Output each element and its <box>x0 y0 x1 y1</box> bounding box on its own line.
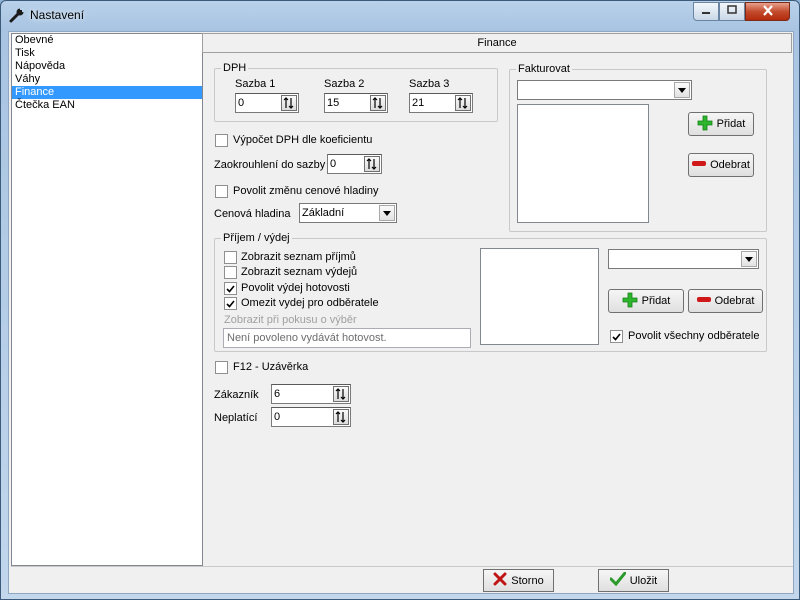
omezit-vydej-checkbox[interactable] <box>224 297 237 310</box>
plus-icon <box>622 292 638 311</box>
zobrazit-prijmy-label[interactable]: Zobrazit seznam příjmů <box>241 250 356 264</box>
zakaznik-value: 6 <box>274 388 281 400</box>
footer-divider <box>11 566 793 567</box>
fakturovat-list[interactable] <box>517 104 649 223</box>
odberatel-add-button[interactable]: Přidat <box>608 289 684 313</box>
plus-icon <box>697 115 713 134</box>
neplatici-label: Neplatící <box>214 412 258 424</box>
zakaznik-spinner[interactable]: 6 <box>271 384 351 404</box>
vsechny-odberatele-checkbox[interactable] <box>610 330 623 343</box>
sidebar-item-tisk[interactable]: Tisk <box>12 47 202 60</box>
chevron-down-icon[interactable] <box>741 251 757 267</box>
sidebar-item-ctecka-ean[interactable]: Čtečka EAN <box>12 99 202 112</box>
uzaverka-label[interactable]: F12 - Uzávěrka <box>233 360 308 374</box>
fakturovat-select[interactable] <box>517 80 692 100</box>
window-title: Nastavení <box>30 8 85 22</box>
category-list[interactable]: Obevné Tisk Nápověda Váhy Finance Čtečka… <box>11 33 203 566</box>
chevron-down-icon[interactable] <box>674 82 690 98</box>
sazba3-spinner[interactable]: 21 <box>409 93 473 113</box>
save-label: Uložit <box>629 574 658 587</box>
sazba2-label: Sazba 2 <box>324 78 365 90</box>
sidebar-item-napoveda[interactable]: Nápověda <box>12 60 202 73</box>
message-label: Zobrazit při pokusu o výběr <box>224 314 357 326</box>
neplatici-value: 0 <box>274 411 281 423</box>
vsechny-odberatele-label[interactable]: Povolit všechny odběratele <box>628 329 759 343</box>
spin-arrows-icon[interactable] <box>333 386 349 402</box>
message-value: Není povoleno vydávát hotovost. <box>227 332 387 344</box>
maximize-button[interactable] <box>719 2 745 21</box>
cenova-hladina-select[interactable]: Základní <box>299 203 397 223</box>
zmena-hladiny-checkbox[interactable] <box>215 185 228 198</box>
x-icon <box>493 572 507 589</box>
sazba2-value: 15 <box>327 97 340 109</box>
fakturovat-remove-button[interactable]: Odebrat <box>688 153 754 177</box>
spin-arrows-icon[interactable] <box>364 156 380 172</box>
sidebar-item-finance[interactable]: Finance <box>12 86 202 99</box>
title-bar[interactable]: Nastavení <box>1 1 799 31</box>
odberatel-select[interactable] <box>608 249 759 269</box>
checkmark-icon <box>609 571 627 589</box>
zakaznik-label: Zákazník <box>214 389 259 401</box>
minimize-icon <box>701 6 711 18</box>
cenova-hladina-value: Základní <box>302 207 345 219</box>
close-icon <box>762 4 774 19</box>
message-input[interactable]: Není povoleno vydávát hotovost. <box>223 328 471 348</box>
settings-window: Nastavení Obevné Tisk Nápověda Váhy Fina… <box>0 0 800 600</box>
sazba1-spinner[interactable]: 0 <box>235 93 299 113</box>
minus-icon <box>696 295 711 307</box>
odberatel-remove-button[interactable]: Odebrat <box>688 289 763 313</box>
povolit-vydej-label[interactable]: Povolit výdej hotovosti <box>241 281 350 295</box>
zmena-hladiny-label[interactable]: Povolit změnu cenové hladiny <box>233 184 379 198</box>
spin-arrows-icon[interactable] <box>455 95 471 111</box>
zobrazit-vydeje-label[interactable]: Zobrazit seznam výdejů <box>241 265 357 279</box>
cancel-button[interactable]: Storno <box>483 569 554 592</box>
vypocet-dph-label[interactable]: Výpočet DPH dle koeficientu <box>233 133 372 147</box>
wrench-icon <box>9 7 25 23</box>
zaokrouhleni-value: 0 <box>330 158 337 170</box>
check-icon <box>612 332 621 341</box>
prijem-vydej-legend: Příjem / výdej <box>221 232 292 244</box>
vypocet-dph-checkbox[interactable] <box>215 134 228 147</box>
spin-arrows-icon[interactable] <box>370 95 386 111</box>
chevron-down-icon[interactable] <box>379 205 395 221</box>
zobrazit-vydeje-checkbox[interactable] <box>224 266 237 279</box>
omezit-vydej-label[interactable]: Omezit vydej pro odběratele <box>241 296 379 310</box>
zaokrouhleni-label: Zaokrouhlení do sazby <box>214 159 326 171</box>
save-button[interactable]: Uložit <box>598 569 669 592</box>
check-icon <box>226 284 235 293</box>
sazba2-spinner[interactable]: 15 <box>324 93 388 113</box>
fakturovat-add-button[interactable]: Přidat <box>688 112 754 136</box>
odberatele-list[interactable] <box>480 248 599 345</box>
minus-icon <box>692 159 707 171</box>
sazba3-value: 21 <box>412 97 425 109</box>
zobrazit-prijmy-checkbox[interactable] <box>224 251 237 264</box>
zaokrouhleni-spinner[interactable]: 0 <box>327 154 382 174</box>
sidebar-item-obecne[interactable]: Obevné <box>12 34 202 47</box>
cancel-label: Storno <box>511 574 544 587</box>
neplatici-spinner[interactable]: 0 <box>271 407 351 427</box>
minimize-button[interactable] <box>693 2 719 21</box>
panel-header: Finance <box>202 33 792 53</box>
fakturovat-legend: Fakturovat <box>516 63 572 75</box>
uzaverka-checkbox[interactable] <box>215 361 228 374</box>
odberatel-remove-label: Odebrat <box>714 295 755 307</box>
fakturovat-remove-label: Odebrat <box>710 159 750 171</box>
sazba3-label: Sazba 3 <box>409 78 450 90</box>
check-icon <box>226 299 235 308</box>
spin-arrows-icon[interactable] <box>333 409 349 425</box>
cenova-hladina-label: Cenová hladina <box>214 208 291 220</box>
fakturovat-add-label: Přidat <box>716 118 746 130</box>
dialog-body: Obevné Tisk Nápověda Váhy Finance Čtečka… <box>8 31 794 594</box>
spin-arrows-icon[interactable] <box>281 95 297 111</box>
odberatel-add-label: Přidat <box>641 295 671 307</box>
sazba1-label: Sazba 1 <box>235 78 276 90</box>
povolit-vydej-checkbox[interactable] <box>224 282 237 295</box>
maximize-icon <box>727 5 737 18</box>
dph-legend: DPH <box>221 62 249 74</box>
sidebar-item-vahy[interactable]: Váhy <box>12 73 202 86</box>
sazba1-value: 0 <box>238 97 245 109</box>
close-button[interactable] <box>745 2 790 21</box>
